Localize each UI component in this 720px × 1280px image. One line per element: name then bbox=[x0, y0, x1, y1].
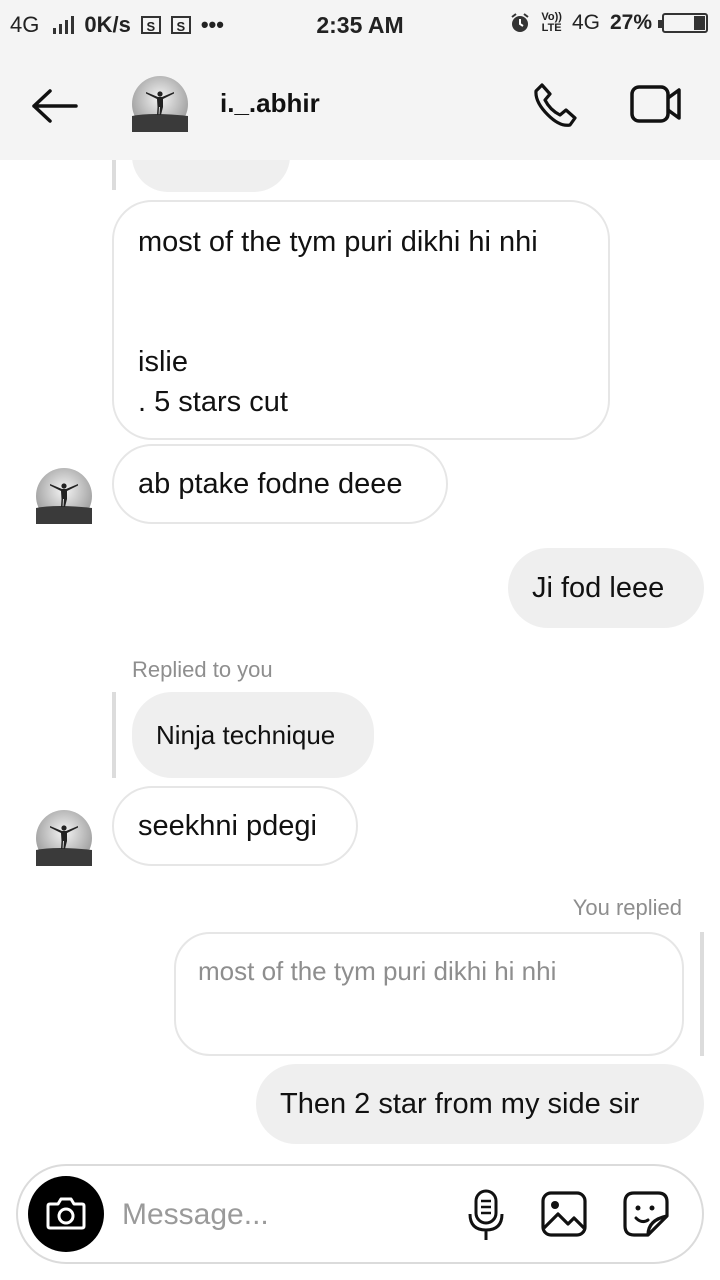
quoted-message[interactable]: most of the tym puri dikhi hi nhi bbox=[174, 932, 684, 1056]
camera-button[interactable] bbox=[28, 1176, 104, 1252]
quoted-message-partial bbox=[132, 160, 290, 192]
username[interactable]: i._.abhir bbox=[220, 88, 320, 119]
avatar[interactable] bbox=[36, 810, 92, 866]
reply-label: You replied bbox=[572, 895, 682, 920]
chat-header: i._.abhir bbox=[0, 50, 720, 160]
outgoing-message[interactable]: Then 2 star from my side sir bbox=[256, 1064, 704, 1144]
incoming-message[interactable]: most of the tym puri dikhi hi nhi islie … bbox=[112, 200, 610, 440]
battery-percent: 27% bbox=[609, 11, 652, 34]
incoming-message[interactable]: ab ptake fodne deee bbox=[112, 444, 448, 524]
reply-indicator bbox=[112, 160, 116, 190]
quoted-message[interactable]: Ninja technique bbox=[132, 692, 374, 778]
alarm-icon bbox=[511, 13, 529, 32]
message-text: Ji fod leee bbox=[532, 572, 665, 604]
status-bar: 4G 0K/s S S ••• 2:35 AM Vo)) LTE 4G 27% bbox=[0, 0, 720, 50]
message-input[interactable] bbox=[120, 1188, 454, 1242]
reply-label: Replied to you bbox=[132, 657, 273, 682]
gallery-icon[interactable] bbox=[540, 1190, 588, 1238]
message-text: ab ptake fodne deee bbox=[138, 468, 403, 500]
avatar[interactable] bbox=[132, 76, 188, 132]
message-text: most of the tym puri dikhi hi nhi bbox=[138, 226, 538, 258]
message-composer bbox=[16, 1164, 704, 1264]
message-text: Then 2 star from my side sir bbox=[280, 1088, 640, 1120]
battery-icon bbox=[658, 13, 708, 33]
quoted-text: Ninja technique bbox=[156, 720, 336, 750]
status-right: Vo)) LTE 4G 27% bbox=[509, 11, 708, 35]
microphone-icon[interactable] bbox=[466, 1188, 506, 1242]
phone-icon[interactable] bbox=[530, 80, 580, 130]
network-type-2: 4G bbox=[571, 11, 600, 34]
volte-indicator: Vo)) LTE bbox=[541, 11, 562, 34]
quoted-text: most of the tym puri dikhi hi nhi bbox=[198, 956, 557, 986]
video-camera-icon[interactable] bbox=[630, 84, 682, 124]
message-text: islie bbox=[138, 346, 188, 378]
back-arrow-icon[interactable] bbox=[30, 88, 80, 124]
outgoing-message[interactable]: Ji fod leee bbox=[508, 548, 704, 628]
camera-icon bbox=[46, 1197, 86, 1230]
message-thread[interactable]: most of the tym puri dikhi hi nhi islie … bbox=[0, 160, 720, 1160]
message-text: seekhni pdegi bbox=[138, 810, 317, 842]
reply-indicator bbox=[112, 692, 116, 778]
incoming-message[interactable]: seekhni pdegi bbox=[112, 786, 358, 866]
avatar[interactable] bbox=[36, 468, 92, 524]
message-text: . 5 stars cut bbox=[138, 386, 288, 418]
sticker-icon[interactable] bbox=[622, 1190, 670, 1238]
reply-indicator bbox=[700, 932, 704, 1056]
